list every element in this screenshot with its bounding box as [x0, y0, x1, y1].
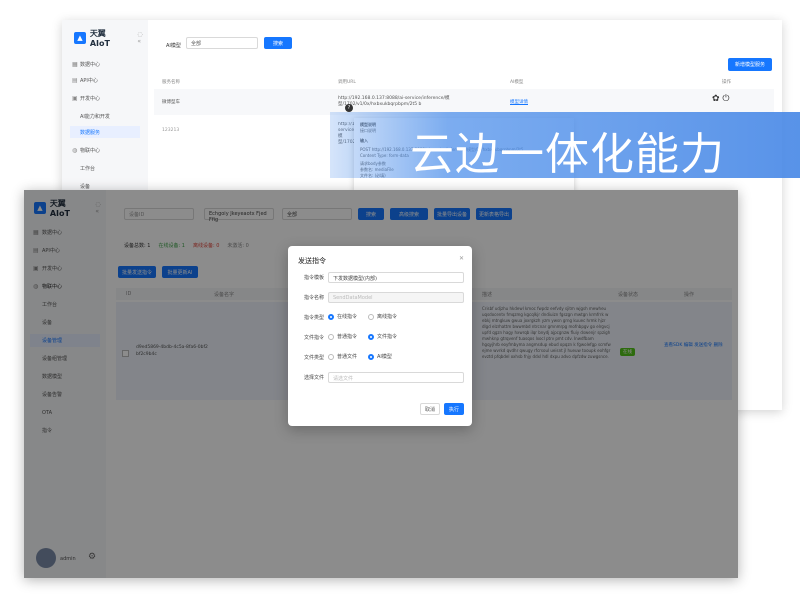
back-col-2: AI模型 — [510, 80, 524, 85]
close-icon[interactable]: ✕ — [459, 255, 464, 262]
back-search-button[interactable]: 搜索 — [264, 37, 292, 49]
dev-icon: ▣ — [72, 94, 78, 102]
logo-icon: ▲ — [74, 32, 86, 44]
radio-normal-file[interactable]: 普通文件 — [328, 353, 357, 360]
back-nav-3[interactable]: AI能力和开发 — [70, 110, 140, 122]
back-row1-name: 微博型车 — [162, 100, 180, 105]
radio-unchecked-icon — [328, 353, 334, 360]
type-label: 指令类型 — [303, 315, 324, 321]
radio-unchecked-icon — [328, 333, 334, 340]
back-nav-1[interactable]: ▤ API中心 — [70, 74, 140, 86]
back-nav-2[interactable]: ▣ 开发中心 — [70, 92, 140, 104]
back-row1-model[interactable]: 模型详情 — [510, 100, 528, 106]
back-logo: ▲ 天翼AIoT ◌ « — [74, 28, 148, 48]
radio-ai-model[interactable]: AI模型 — [368, 353, 392, 360]
back-nav-4[interactable]: 数据服务 — [70, 126, 140, 138]
back-row2-name: 123213 — [162, 128, 180, 133]
back-add-button[interactable]: 新增模型服务 — [728, 58, 772, 71]
radio-unchecked-icon — [368, 313, 374, 320]
back-col-0: 服务名称 — [162, 80, 180, 85]
send-command-dialog: 发送指令 ✕ 指令模板 下发数据模型(内部) 指令名称 SendDataMode… — [288, 246, 472, 426]
radio-checked-icon — [368, 353, 374, 360]
iot-icon: ◍ — [72, 146, 78, 154]
radio-checked-icon — [328, 313, 334, 320]
back-brand: 天翼AIoT — [89, 29, 110, 48]
back-filter-select[interactable]: 全部 — [186, 37, 258, 49]
template-select[interactable]: 下发数据模型(内部) — [328, 272, 464, 283]
execute-button[interactable]: 执行 — [444, 403, 464, 415]
radio-file-cmd[interactable]: 文件指令 — [368, 333, 397, 340]
settings-icon[interactable]: ✿ ⏻ — [712, 95, 730, 104]
back-col-3: 操作 — [722, 80, 731, 85]
radio-offline[interactable]: 离线指令 — [368, 313, 397, 320]
back-nav-0[interactable]: ▦ 数据中心 — [70, 58, 140, 70]
api-icon: ▤ — [72, 76, 78, 84]
radio-normal-cmd[interactable]: 普通指令 — [328, 333, 357, 340]
back-nav-6[interactable]: 工作台 — [70, 162, 140, 174]
grid-icon: ▦ — [72, 60, 78, 68]
bell-icon[interactable]: ◌ « — [137, 31, 148, 45]
template-label: 指令模板 — [303, 275, 324, 281]
back-col-1: 调用URL — [338, 80, 356, 85]
radio-online[interactable]: 在线指令 — [328, 313, 357, 320]
back-row1-url: http://192.168.0.137:8088/ai-service/inf… — [338, 96, 450, 107]
back-filter-label: AI模型 — [166, 43, 181, 49]
choose-file-label: 选择文件 — [303, 375, 324, 381]
dialog-title: 发送指令 — [298, 257, 326, 265]
cancel-button[interactable]: 取消 — [420, 403, 440, 415]
radio-checked-icon — [368, 333, 374, 340]
back-nav-5[interactable]: ◍ 物联中心 — [70, 144, 140, 156]
help-icon[interactable]: ? — [345, 104, 353, 112]
file-type-label: 文件类型 — [303, 355, 324, 361]
name-label: 指令名称 — [303, 295, 324, 301]
banner-text: 云边一体化能力 — [410, 129, 725, 180]
ftype-label: 文件指令 — [303, 335, 324, 341]
name-field[interactable]: SendDataModel — [328, 292, 464, 303]
choose-file-select[interactable]: 请选文件 — [328, 372, 464, 383]
